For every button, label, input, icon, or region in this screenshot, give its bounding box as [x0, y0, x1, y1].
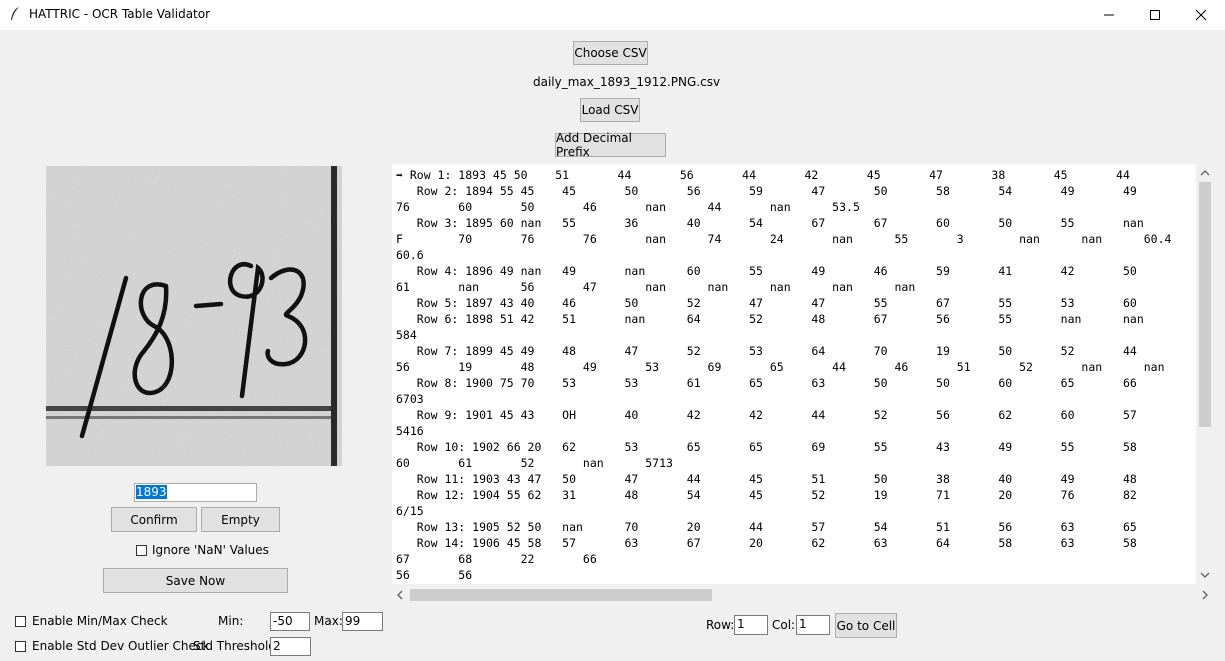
table-line: ➡ Row 1: 1893 45 50 51 44 56 44 42 45 47… — [396, 168, 1130, 182]
ignore-nan-checkbox[interactable] — [136, 545, 147, 556]
table-line: Row 11: 1903 43 47 50 47 44 45 51 50 38 … — [396, 472, 1137, 486]
table-text: ➡ Row 1: 1893 45 50 51 44 56 44 42 45 47… — [396, 167, 1171, 583]
min-label: Min: — [218, 614, 244, 628]
confirm-button[interactable]: Confirm — [111, 507, 197, 532]
feather-icon — [11, 7, 19, 20]
close-icon — [1195, 9, 1207, 21]
window-title: HATTRIC - OCR Table Validator — [29, 7, 211, 21]
load-csv-button[interactable]: Load CSV — [580, 98, 640, 122]
row-input[interactable]: 1 — [734, 615, 768, 635]
table-line: 61 nan 56 47 nan nan nan nan nan — [396, 280, 916, 294]
table-line: Row 8: 1900 75 70 53 53 61 65 63 50 50 6… — [396, 376, 1137, 390]
filename-label: daily_max_1893_1912.PNG.csv — [533, 75, 721, 89]
table-line: Row 3: 1895 60 nan 55 36 40 54 67 67 60 … — [396, 216, 1144, 230]
std-outlier-checkbox[interactable] — [15, 641, 26, 652]
cell-value-input[interactable]: 1893 — [134, 483, 257, 502]
save-now-button[interactable]: Save Now — [103, 568, 288, 593]
table-line: 6703 — [396, 392, 424, 406]
minimize-icon — [1104, 14, 1114, 16]
cell-value-text: 1893 — [136, 485, 167, 499]
std-threshold-label: Std Threshold: — [193, 639, 280, 653]
scroll-down-icon[interactable] — [1199, 570, 1211, 580]
close-button[interactable] — [1178, 0, 1224, 30]
table-line: Row 5: 1897 43 40 46 50 52 47 47 55 67 5… — [396, 296, 1137, 310]
max-label: Max: — [314, 614, 343, 628]
table-line: 6/15 — [396, 504, 424, 518]
table-line: 67 68 22 66 — [396, 552, 597, 566]
scroll-right-icon[interactable] — [1200, 589, 1210, 601]
scroll-up-icon[interactable] — [1199, 168, 1211, 178]
table-line: Row 14: 1906 45 58 57 63 67 20 62 63 64 … — [396, 536, 1137, 550]
table-line: 56 19 48 49 53 69 65 44 46 51 52 nan nan — [396, 360, 1165, 374]
col-label: Col: — [772, 618, 796, 632]
table-line: Row 2: 1894 55 45 45 50 56 59 47 50 58 5… — [396, 184, 1137, 198]
row-label: Row: — [706, 618, 735, 632]
min-input[interactable]: -50 — [270, 612, 310, 631]
table-text-area[interactable]: ➡ Row 1: 1893 45 50 51 44 56 44 42 45 47… — [392, 164, 1196, 584]
table-line: Row 7: 1899 45 49 48 47 52 53 64 70 19 5… — [396, 344, 1137, 358]
table-line: 584 — [396, 328, 417, 342]
vertical-scroll-thumb[interactable] — [1199, 182, 1211, 427]
maximize-button[interactable] — [1132, 0, 1178, 30]
empty-button[interactable]: Empty — [201, 507, 280, 532]
max-input[interactable]: 99 — [342, 612, 383, 631]
table-line: 76 60 50 46 nan 44 nan 53.5 — [396, 200, 860, 214]
col-input[interactable]: 1 — [796, 615, 830, 635]
table-line: Row 10: 1902 66 20 62 53 65 65 69 55 43 … — [396, 440, 1137, 454]
table-line: Row 9: 1901 45 43 OH 40 42 42 44 52 56 6… — [396, 408, 1137, 422]
table-line: F 70 76 76 nan 74 24 nan 55 3 nan nan 60… — [396, 232, 1172, 246]
maximize-icon — [1150, 10, 1160, 20]
minmax-label: Enable Min/Max Check — [32, 614, 168, 628]
std-outlier-label: Enable Std Dev Outlier Check — [32, 639, 210, 653]
table-line: Row 12: 1904 55 62 31 48 54 45 52 19 71 … — [396, 488, 1137, 502]
minimize-button[interactable] — [1086, 0, 1132, 30]
scroll-left-icon[interactable] — [395, 589, 405, 601]
std-threshold-input[interactable]: 2 — [270, 637, 311, 656]
table-line: 60 61 52 nan 5713 — [396, 456, 673, 470]
cell-image — [46, 166, 342, 466]
go-to-cell-button[interactable]: Go to Cell — [835, 613, 897, 638]
table-line: Row 6: 1898 51 42 51 nan 64 52 48 67 56 … — [396, 312, 1144, 326]
add-decimal-prefix-button[interactable]: Add Decimal Prefix — [555, 131, 666, 159]
horizontal-scroll-thumb[interactable] — [410, 589, 712, 601]
table-line: 5416 — [396, 424, 424, 438]
ignore-nan-label: Ignore 'NaN' Values — [152, 543, 269, 557]
table-line: Row 13: 1905 52 50 nan 70 20 44 57 54 51… — [396, 520, 1137, 534]
table-line: 60.6 — [396, 248, 424, 262]
table-line: 56 56 — [396, 568, 473, 582]
minmax-checkbox[interactable] — [15, 616, 26, 627]
table-line: Row 4: 1896 49 nan 49 nan 60 55 49 46 59… — [396, 264, 1137, 278]
choose-csv-button[interactable]: Choose CSV — [573, 41, 648, 65]
